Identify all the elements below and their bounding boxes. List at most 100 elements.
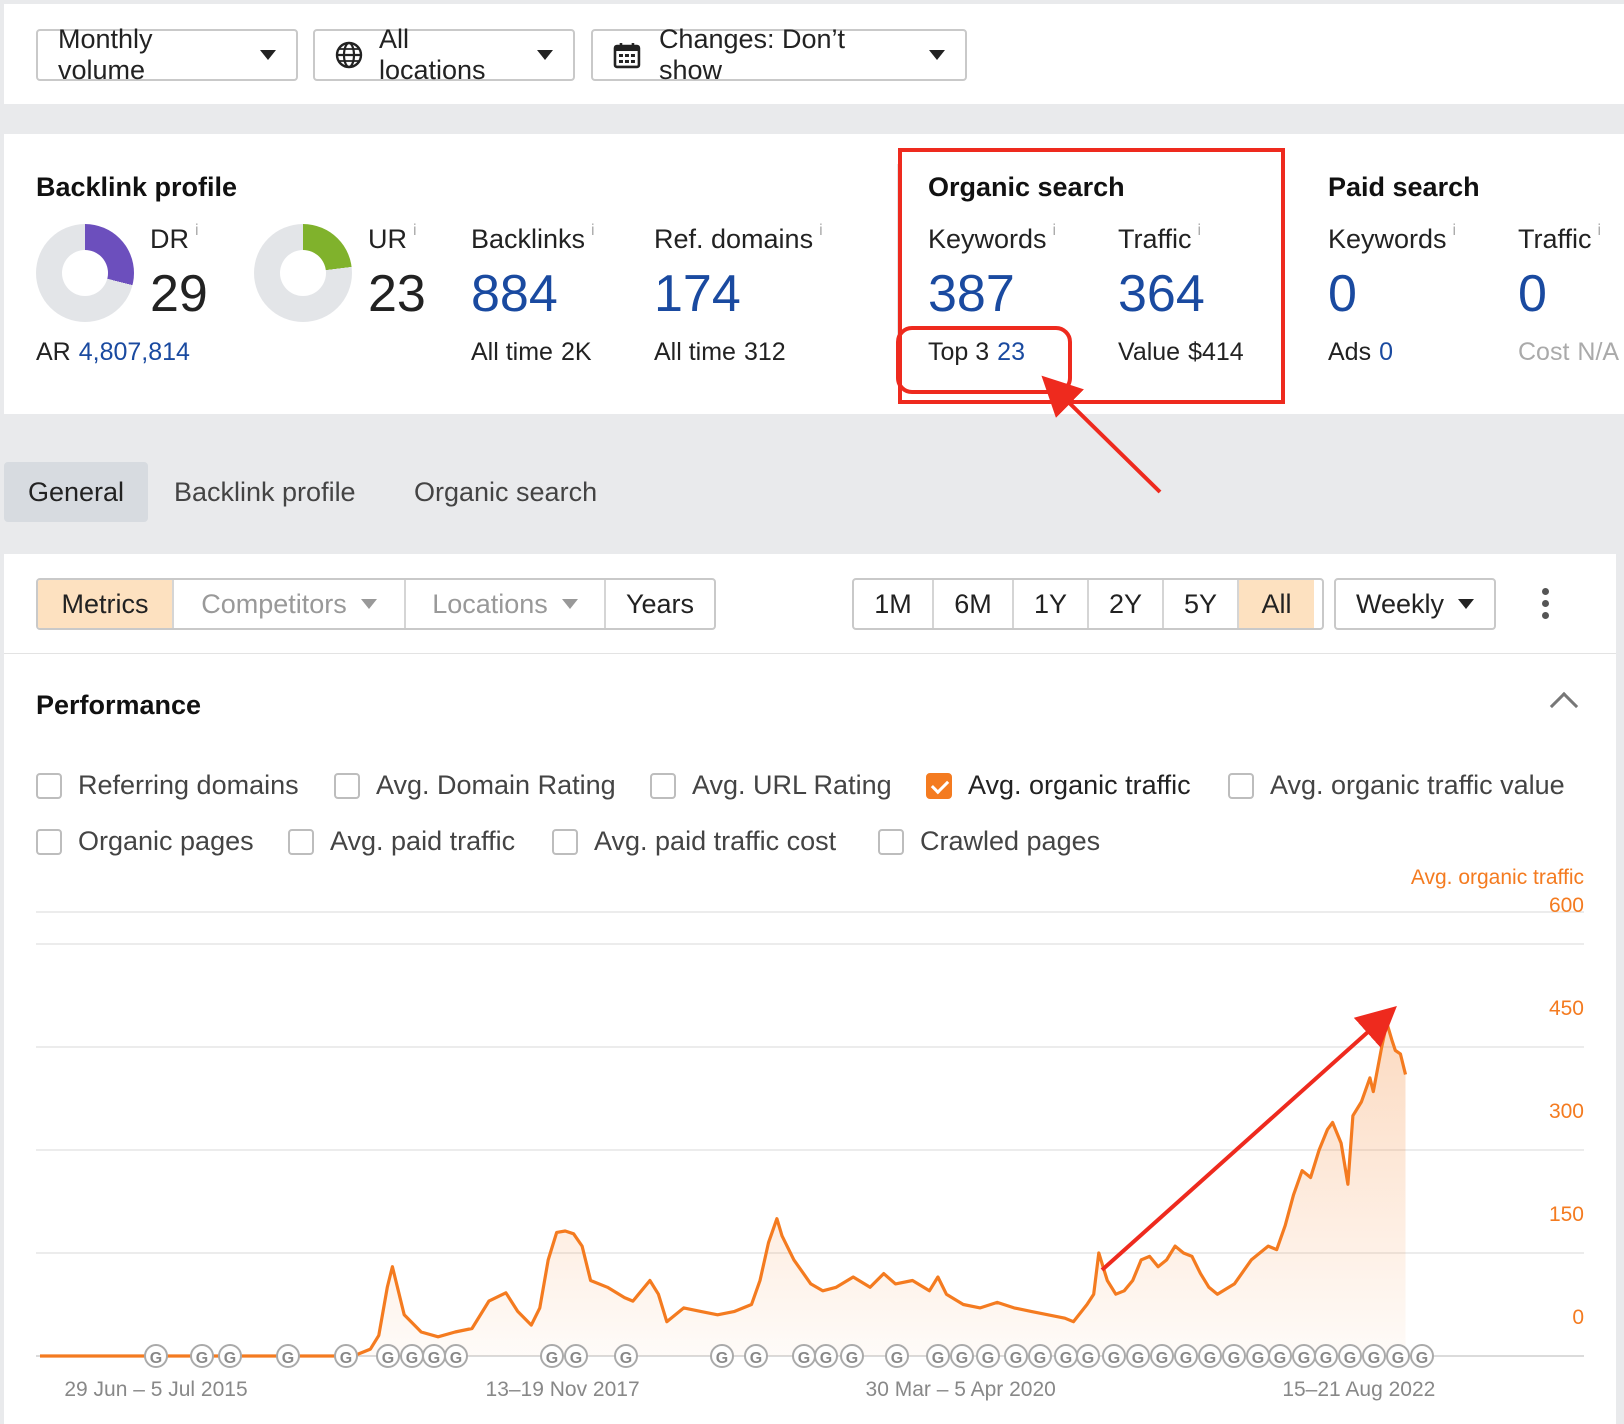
backlinks-label: Backlinks i bbox=[471, 222, 595, 254]
paid-traffic-label: Traffic i bbox=[1518, 222, 1602, 254]
google-update-label: G bbox=[798, 1350, 810, 1367]
ur-value: 23 bbox=[368, 265, 426, 323]
ref-domains-value[interactable]: 174 bbox=[654, 264, 741, 324]
paid-keywords-label: Keywords i bbox=[1328, 222, 1457, 254]
organic-traffic-value-usd: Value $414 bbox=[1118, 338, 1244, 366]
y-tick-label: 450 bbox=[1549, 997, 1584, 1020]
google-update-label: G bbox=[428, 1350, 440, 1367]
google-update-label: G bbox=[750, 1350, 762, 1367]
google-update-label: G bbox=[546, 1350, 558, 1367]
locations-dropdown-label: All locations bbox=[378, 24, 486, 85]
google-update-label: G bbox=[196, 1350, 208, 1367]
caret-down-icon bbox=[260, 50, 276, 60]
backlinks-all-time: All time 2K bbox=[471, 338, 592, 366]
ur-label: UR i bbox=[368, 222, 417, 254]
backlink-profile-title: Backlink profile bbox=[36, 172, 238, 202]
dr-donut-chart bbox=[36, 224, 134, 322]
ur-donut-chart bbox=[254, 224, 352, 322]
caret-down-icon bbox=[537, 50, 553, 60]
section-divider bbox=[897, 164, 898, 384]
google-update-label: G bbox=[1010, 1350, 1022, 1367]
google-update-label: G bbox=[1320, 1350, 1332, 1367]
ar-metric: AR 4,807,814 bbox=[36, 338, 190, 366]
globe-icon bbox=[335, 41, 363, 69]
tab-backlink-profile[interactable]: Backlink profile bbox=[150, 462, 380, 522]
ar-value[interactable]: 4,807,814 bbox=[79, 338, 190, 366]
y-axis-label: Avg. organic traffic bbox=[1411, 866, 1584, 889]
backlinks-value[interactable]: 884 bbox=[471, 264, 558, 324]
info-icon[interactable]: i bbox=[1198, 222, 1202, 239]
calendar-icon bbox=[613, 43, 641, 69]
google-update-label: G bbox=[1228, 1350, 1240, 1367]
traffic-area bbox=[40, 1023, 1406, 1356]
google-update-label: G bbox=[620, 1350, 632, 1367]
google-update-label: G bbox=[340, 1350, 352, 1367]
organic-traffic-value[interactable]: 364 bbox=[1118, 264, 1205, 324]
google-update-label: G bbox=[1108, 1350, 1120, 1367]
info-icon[interactable]: i bbox=[195, 222, 199, 239]
google-update-label: G bbox=[1204, 1350, 1216, 1367]
locations-dropdown[interactable]: All locations bbox=[313, 24, 575, 85]
traffic-chart: 0150300450600Avg. organic trafficG G G G G G G… bbox=[36, 866, 1584, 1401]
google-update-label: G bbox=[1298, 1350, 1310, 1367]
x-tick-label: 30 Mar – 5 Apr 2020 bbox=[866, 1378, 1056, 1401]
main-card: Metrics Competitors Locations Years 1M 6… bbox=[4, 554, 1616, 1424]
google-update-label: G bbox=[1274, 1350, 1286, 1367]
info-icon[interactable]: i bbox=[1598, 222, 1602, 239]
organic-search-title: Organic search bbox=[928, 172, 1125, 202]
google-update-label: G bbox=[932, 1350, 944, 1367]
google-update-label: G bbox=[1416, 1350, 1428, 1367]
y-tick-label: 150 bbox=[1549, 1203, 1584, 1226]
x-tick-label: 29 Jun – 5 Jul 2015 bbox=[64, 1378, 247, 1401]
overview-card: Backlink profile DR i 29 UR i 23 AR 4,807,8… bbox=[4, 134, 1624, 414]
info-icon[interactable]: i bbox=[819, 222, 823, 239]
google-update-label: G bbox=[406, 1350, 418, 1367]
tab-organic-search[interactable]: Organic search bbox=[390, 462, 621, 522]
tab-general[interactable]: General bbox=[4, 462, 149, 522]
google-update-label: G bbox=[1156, 1350, 1168, 1367]
paid-search-title: Paid search bbox=[1328, 172, 1480, 202]
top3-value[interactable]: 23 bbox=[997, 338, 1025, 366]
x-tick-label: 15–21 Aug 2022 bbox=[1282, 1378, 1435, 1401]
y-tick-label: 600 bbox=[1549, 894, 1584, 917]
filter-bar: Monthly volume All locations Changes: Do… bbox=[4, 4, 1624, 104]
google-update-label: G bbox=[982, 1350, 994, 1367]
paid-traffic-value[interactable]: 0 bbox=[1518, 264, 1547, 324]
info-icon[interactable]: i bbox=[413, 222, 417, 239]
volume-dropdown-label: Monthly volume bbox=[58, 24, 153, 85]
organic-keywords-value[interactable]: 387 bbox=[928, 264, 1015, 324]
organic-keywords-label: Keywords i bbox=[928, 222, 1057, 254]
dr-label: DR i bbox=[150, 222, 199, 254]
google-update-label: G bbox=[891, 1350, 903, 1367]
google-update-label: G bbox=[1060, 1350, 1072, 1367]
y-tick-label: 300 bbox=[1549, 1100, 1584, 1123]
google-update-label: G bbox=[282, 1350, 294, 1367]
google-update-label: G bbox=[1132, 1350, 1144, 1367]
paid-keywords-value[interactable]: 0 bbox=[1328, 264, 1357, 324]
google-update-label: G bbox=[1252, 1350, 1264, 1367]
organic-top3: Top 3 23 bbox=[928, 338, 1025, 366]
dr-value: 29 bbox=[150, 265, 208, 323]
google-update-label: G bbox=[1368, 1350, 1380, 1367]
google-update-label: G bbox=[570, 1350, 582, 1367]
google-update-label: G bbox=[1082, 1350, 1094, 1367]
google-update-label: G bbox=[450, 1350, 462, 1367]
y-tick-label: 0 bbox=[1572, 1306, 1584, 1329]
changes-dropdown[interactable]: Changes: Don’t show bbox=[591, 24, 967, 85]
info-icon[interactable]: i bbox=[1053, 222, 1057, 239]
google-update-label: G bbox=[1180, 1350, 1192, 1367]
google-update-label: G bbox=[820, 1350, 832, 1367]
info-icon[interactable]: i bbox=[591, 222, 595, 239]
google-update-label: G bbox=[1392, 1350, 1404, 1367]
info-icon[interactable]: i bbox=[1453, 222, 1457, 239]
google-update-label: G bbox=[150, 1350, 162, 1367]
google-update-label: G bbox=[1344, 1350, 1356, 1367]
x-tick-label: 13–19 Nov 2017 bbox=[486, 1378, 640, 1401]
volume-dropdown[interactable]: Monthly volume bbox=[36, 24, 298, 85]
google-update-label: G bbox=[956, 1350, 968, 1367]
paid-cost: Cost N/A bbox=[1518, 338, 1620, 366]
ref-domains-label: Ref. domains i bbox=[654, 222, 823, 254]
google-update-label: G bbox=[382, 1350, 394, 1367]
google-update-label: G bbox=[716, 1350, 728, 1367]
google-update-label: G bbox=[224, 1350, 236, 1367]
